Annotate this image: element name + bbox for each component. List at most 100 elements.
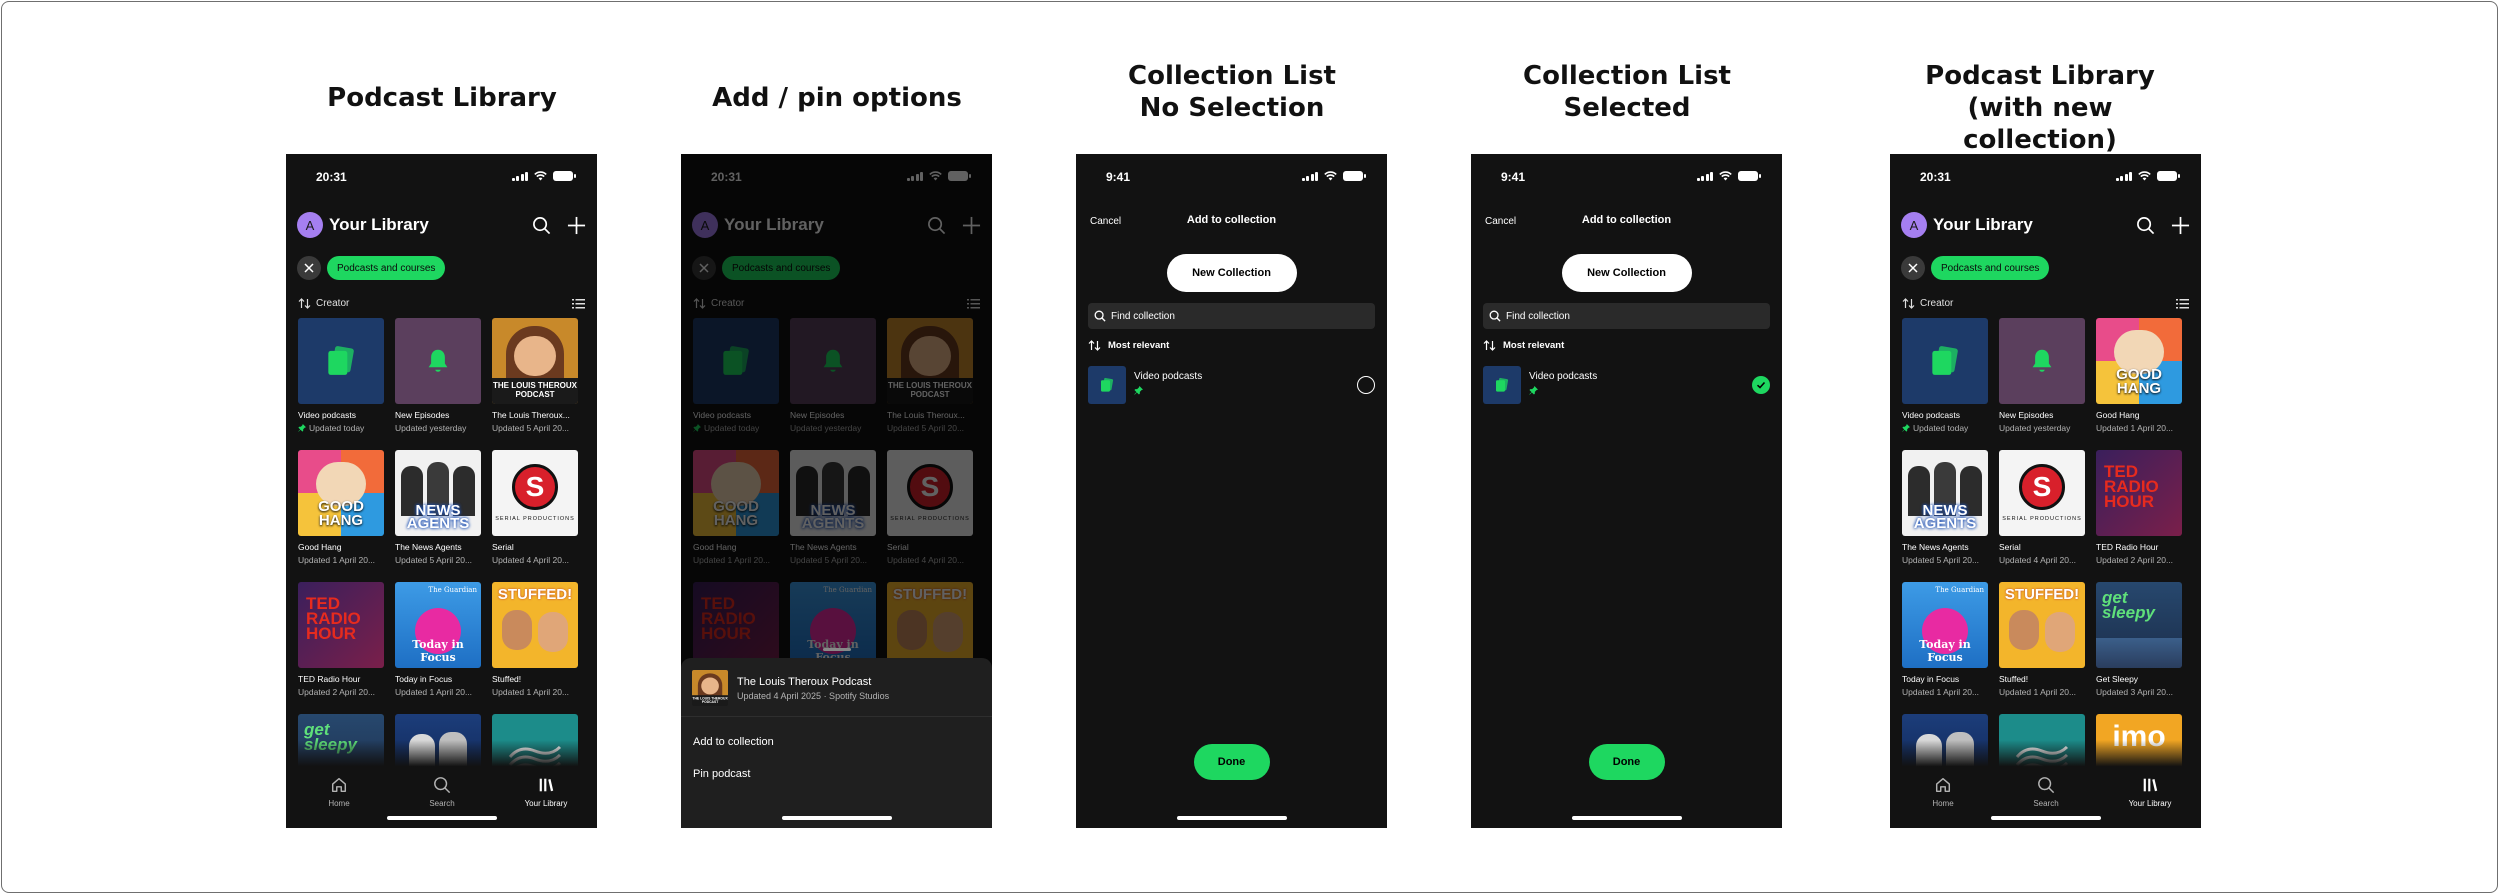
home-icon — [1935, 777, 1951, 793]
search-icon[interactable] — [532, 216, 551, 235]
sort-label[interactable]: Creator — [1920, 298, 1953, 309]
library-tile[interactable]: New Episodes Updated yesterday — [395, 318, 481, 441]
library-tile[interactable]: STUFFED! Stuffed! Updated 1 April 20... — [1999, 582, 2085, 705]
collection-row[interactable]: Video podcasts — [1483, 365, 1770, 405]
sort-row: Creator — [298, 296, 585, 310]
avatar[interactable]: A — [1901, 212, 1927, 238]
home-indicator — [781, 816, 892, 820]
library-tile[interactable]: Video podcasts Updated today — [298, 318, 384, 441]
bell-icon — [428, 349, 448, 372]
tile-subtitle: Updated 1 April 20... — [298, 555, 384, 565]
filter-chip-podcasts[interactable]: Podcasts and courses — [1931, 256, 2050, 280]
tile-subtitle: Updated 1 April 20... — [1999, 687, 2085, 697]
library-tile[interactable]: THE LOUIS THEROUX PODCAST The Louis Thero… — [492, 318, 578, 441]
podcast-cover-goodhang: GOOD HANG — [298, 450, 384, 536]
nav-library[interactable]: Your Library — [511, 776, 581, 808]
tile-title: Video podcasts — [1902, 410, 1960, 420]
list-view-icon[interactable] — [2176, 298, 2189, 309]
library-tile[interactable]: NEWS AGENTS The News Agents Updated 5 Apri… — [395, 450, 481, 573]
selected-check-icon[interactable] — [1752, 376, 1770, 394]
library-tile[interactable]: get sleepy Get Sleepy Updated 3 April 20..… — [2096, 582, 2182, 705]
new-collection-button[interactable]: New Collection — [1561, 254, 1692, 292]
tile-subtitle: Updated 1 April 20... — [2096, 423, 2182, 433]
select-radio[interactable] — [1357, 376, 1375, 394]
tile-updated: Updated 2 April 20... — [2096, 555, 2174, 565]
find-collection-input[interactable]: Find collection — [1088, 303, 1375, 329]
find-collection-input[interactable]: Find collection — [1483, 303, 1770, 329]
tile-title: Get Sleepy — [2096, 674, 2139, 684]
library-tile[interactable]: TED RADIO HOUR TED Radio Hour Updated 2 Ap… — [2096, 450, 2182, 573]
nav-home[interactable]: Home — [304, 776, 374, 808]
collection-thumbnail — [1088, 366, 1126, 404]
podcast-cover-bell — [1999, 318, 2085, 404]
sheet-grabber[interactable] — [822, 648, 851, 651]
new-collection-button[interactable]: New Collection — [1166, 254, 1297, 292]
tile-updated: Updated 1 April 20... — [1999, 687, 2077, 697]
podcast-cover-stuffed: STUFFED! — [1999, 582, 2085, 668]
status-bar: 20:31 — [286, 168, 597, 188]
collection-name: Video podcasts — [1529, 370, 1598, 382]
list-view-icon[interactable] — [572, 298, 585, 309]
louis-art-text: THE LOUIS THEROUX PODCAST — [492, 378, 578, 404]
podcast-cover-video — [1902, 318, 1988, 404]
done-button[interactable]: Done — [1193, 744, 1270, 780]
nav-search[interactable]: Search — [2011, 776, 2081, 808]
tile-updated: Updated 4 April 20... — [492, 555, 570, 565]
sort-icon[interactable] — [1902, 297, 1916, 309]
tile-title: Good Hang — [2096, 410, 2140, 420]
tif-art-text: Today in Focus — [412, 638, 464, 664]
most-relevant-sort[interactable]: Most relevant — [1483, 340, 1564, 351]
wifi-icon — [1719, 171, 1732, 181]
filter-chip-podcasts[interactable]: Podcasts and courses — [327, 256, 446, 280]
library-tile[interactable]: The Guardian Today in Focus Today in Focus… — [1902, 582, 1988, 705]
signal-icon — [1301, 171, 1318, 181]
nav-search[interactable]: Search — [407, 776, 477, 808]
done-button[interactable]: Done — [1588, 744, 1665, 780]
tile-updated: Updated 2 April 20... — [298, 687, 376, 697]
sort-icon — [1088, 340, 1101, 351]
tile-updated: Updated 1 April 20... — [1902, 687, 1980, 697]
tile-subtitle: Updated 1 April 20... — [492, 687, 578, 697]
library-tile[interactable]: NEWS AGENTS The News Agents Updated 5 Apri… — [1902, 450, 1988, 573]
library-tile[interactable]: The Guardian Today in Focus Today in Focus… — [395, 582, 481, 705]
search-icon[interactable] — [2136, 216, 2155, 235]
sort-icon[interactable] — [298, 297, 312, 309]
nav-home[interactable]: Home — [1908, 776, 1978, 808]
ted-art-text: TED RADIO HOUR — [2104, 462, 2159, 511]
nav-library[interactable]: Your Library — [2115, 776, 2185, 808]
tile-updated: Updated today — [1913, 423, 1969, 433]
library-tile[interactable]: New Episodes Updated yesterday — [1999, 318, 2085, 441]
library-header: A Your Library — [297, 212, 586, 238]
column-title-selected: Collection List Selected — [1523, 61, 1731, 123]
plus-icon[interactable] — [2171, 216, 2190, 235]
phone-podcast-library-new: 20:31 A Your Library Podcasts and course… — [1890, 154, 2201, 828]
close-icon — [1908, 263, 1918, 273]
battery-icon — [2157, 171, 2180, 181]
library-tile[interactable]: S SERIAL PRODUCTIONS Serial Updated 4 April… — [1999, 450, 2085, 573]
plus-icon[interactable] — [567, 216, 586, 235]
library-tile[interactable]: TED RADIO HOUR TED Radio Hour Updated 2 Ap… — [298, 582, 384, 705]
collection-row[interactable]: Video podcasts — [1088, 365, 1375, 405]
video-collection-icon — [1932, 346, 1958, 375]
library-tile[interactable]: S SERIAL PRODUCTIONS Serial Updated 4 April… — [492, 450, 578, 573]
avatar[interactable]: A — [297, 212, 323, 238]
home-indicator — [1571, 816, 1682, 820]
podcast-cover-newsagents: NEWS AGENTS — [1902, 450, 1988, 536]
library-tile[interactable]: GOOD HANG Good Hang Updated 1 April 20... — [298, 450, 384, 573]
library-tile[interactable]: STUFFED! Stuffed! Updated 1 April 20... — [492, 582, 578, 705]
library-tile[interactable]: GOOD HANG Good Hang Updated 1 April 20... — [2096, 318, 2182, 441]
pin-podcast-item[interactable]: Pin podcast — [693, 768, 750, 780]
tile-title: Good Hang — [298, 542, 342, 552]
clear-filter-button[interactable] — [1901, 256, 1925, 280]
tile-title: TED Radio Hour — [2096, 542, 2159, 552]
phone-collection-no-selection: 9:41 Cancel Add to collection New Collec… — [1076, 154, 1387, 828]
sort-label[interactable]: Creator — [316, 298, 349, 309]
add-to-collection-item[interactable]: Add to collection — [693, 736, 774, 748]
tile-title: Stuffed! — [492, 674, 522, 684]
library-title: Your Library — [329, 215, 429, 234]
most-relevant-sort[interactable]: Most relevant — [1088, 340, 1169, 351]
podcast-cover-video — [298, 318, 384, 404]
clear-filter-button[interactable] — [297, 256, 321, 280]
phone-podcast-library: 20:31 A Your Library Podcasts and course… — [286, 154, 597, 828]
library-tile[interactable]: Video podcasts Updated today — [1902, 318, 1988, 441]
